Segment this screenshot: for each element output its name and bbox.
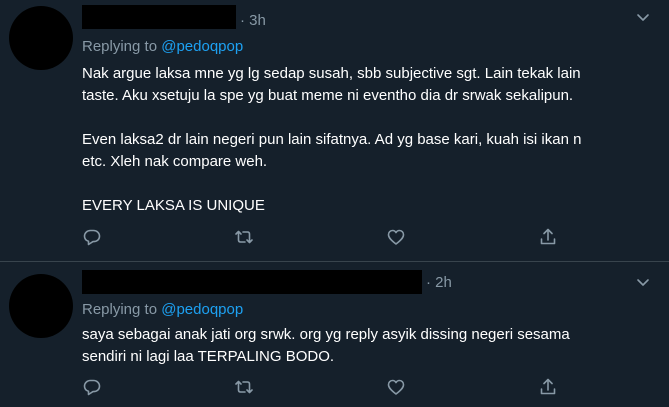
tweet-text-line: taste. Aku xsetuju la spe yg buat meme n… [82,87,574,104]
tweet-text-line: saya sebagai anak jati org srwk. org yg … [82,326,570,343]
tweet[interactable]: · 2h Replying to @pedoqpop saya sebagai … [0,262,669,407]
reply-icon[interactable] [82,227,102,247]
tweet-text: Nak argue laksa mne yg lg sedap susah, s… [82,63,657,217]
tweet-timestamp[interactable]: · 3h [240,11,266,31]
chevron-down-icon[interactable] [633,272,653,292]
replying-to-handle[interactable]: @pedoqpop [161,301,243,318]
replying-to-handle[interactable]: @pedoqpop [161,38,243,55]
share-icon[interactable] [538,377,558,397]
chevron-down-icon[interactable] [633,7,653,27]
heart-icon[interactable] [386,227,406,247]
tweet-text-line: EVERY LAKSA IS UNIQUE [82,197,265,214]
tweet-timestamp[interactable]: · 2h [426,273,452,293]
tweet-text: saya sebagai anak jati org srwk. org yg … [82,324,657,368]
tweet-text-line: Even laksa2 dr lain negeri pun lain sifa… [82,131,582,148]
redacted-username [82,270,422,294]
avatar[interactable] [9,6,73,70]
redacted-username [82,5,236,29]
tweet-text-line: Nak argue laksa mne yg lg sedap susah, s… [82,65,581,82]
share-icon[interactable] [538,227,558,247]
avatar[interactable] [9,274,73,338]
retweet-icon[interactable] [234,227,254,247]
tweet[interactable]: · 3h Replying to @pedoqpop Nak argue lak… [0,0,669,262]
replying-to-label: Replying to [82,301,162,318]
heart-icon[interactable] [386,377,406,397]
replying-to: Replying to @pedoqpop [82,37,243,57]
reply-icon[interactable] [82,377,102,397]
replying-to-label: Replying to [82,38,162,55]
tweet-text-line: etc. Xleh nak compare weh. [82,153,268,170]
retweet-icon[interactable] [234,377,254,397]
tweet-text-line: sendiri ni lagi laa TERPALING BODO. [82,348,335,365]
replying-to: Replying to @pedoqpop [82,300,243,320]
